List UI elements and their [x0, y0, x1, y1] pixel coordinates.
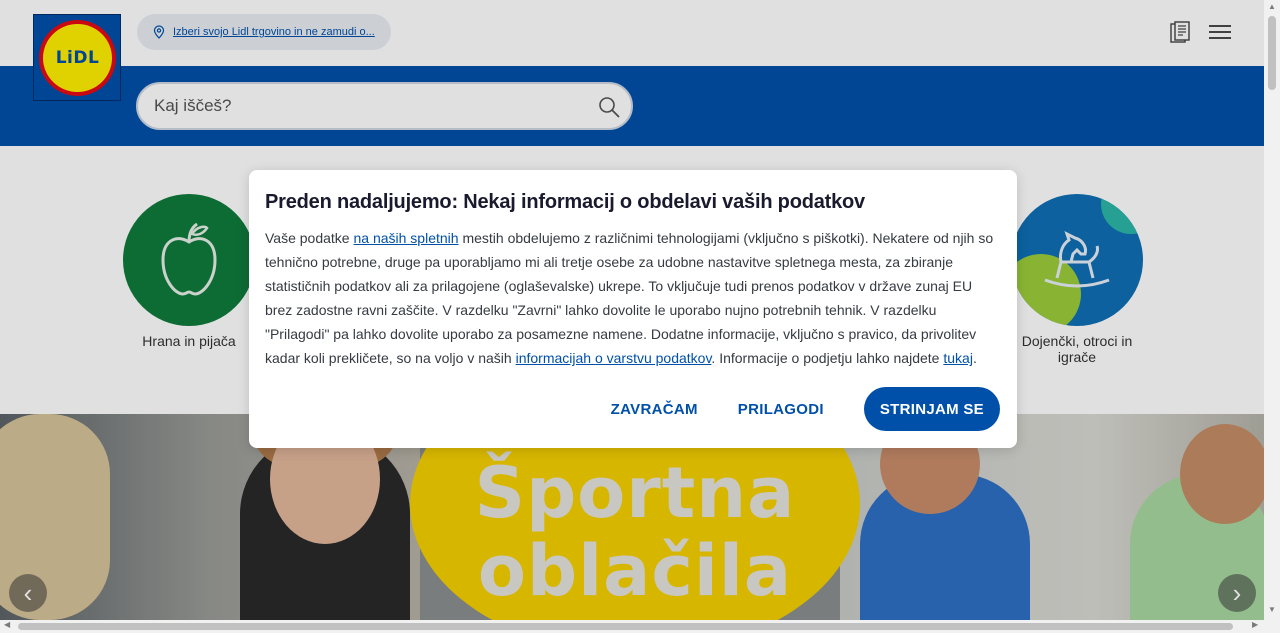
- scroll-left-arrow-icon[interactable]: ◀: [4, 620, 10, 629]
- dialog-title: Preden nadaljujemo: Nekaj informacij o o…: [265, 191, 865, 213]
- dialog-body: Vaše podatke na naših spletnih mestih ob…: [265, 226, 1001, 370]
- dialog-text: Vaše podatke: [265, 230, 354, 246]
- scroll-right-arrow-icon[interactable]: ▶: [1252, 620, 1258, 629]
- customize-button[interactable]: PRILAGODI: [718, 387, 844, 431]
- dialog-text: .: [972, 350, 977, 366]
- scroll-up-arrow-icon[interactable]: ▲: [1268, 2, 1276, 11]
- horizontal-scroll-thumb[interactable]: [18, 623, 1233, 630]
- dialog-text: mestih obdelujemo z različnimi tehnologi…: [265, 230, 994, 366]
- cookie-consent-dialog: Preden nadaljujemo: Nekaj informacij o o…: [249, 170, 1017, 448]
- dialog-text: . Informacije o podjetju lahko najdete: [711, 350, 944, 366]
- vertical-scroll-thumb[interactable]: [1268, 16, 1276, 90]
- dialog-actions: ZAVRAČAM PRILAGODI STRINJAM SE: [591, 387, 1000, 431]
- privacy-info-link[interactable]: informacijah o varstvu podatkov: [516, 350, 712, 366]
- vertical-scrollbar[interactable]: ▲ ▼: [1264, 0, 1280, 633]
- websites-link[interactable]: na naših spletnih: [353, 230, 458, 246]
- horizontal-scrollbar[interactable]: ◀ ▶: [0, 620, 1264, 633]
- reject-button[interactable]: ZAVRAČAM: [591, 387, 718, 431]
- scroll-down-arrow-icon[interactable]: ▼: [1268, 605, 1276, 614]
- company-info-link[interactable]: tukaj: [943, 350, 973, 366]
- accept-button[interactable]: STRINJAM SE: [863, 387, 1000, 431]
